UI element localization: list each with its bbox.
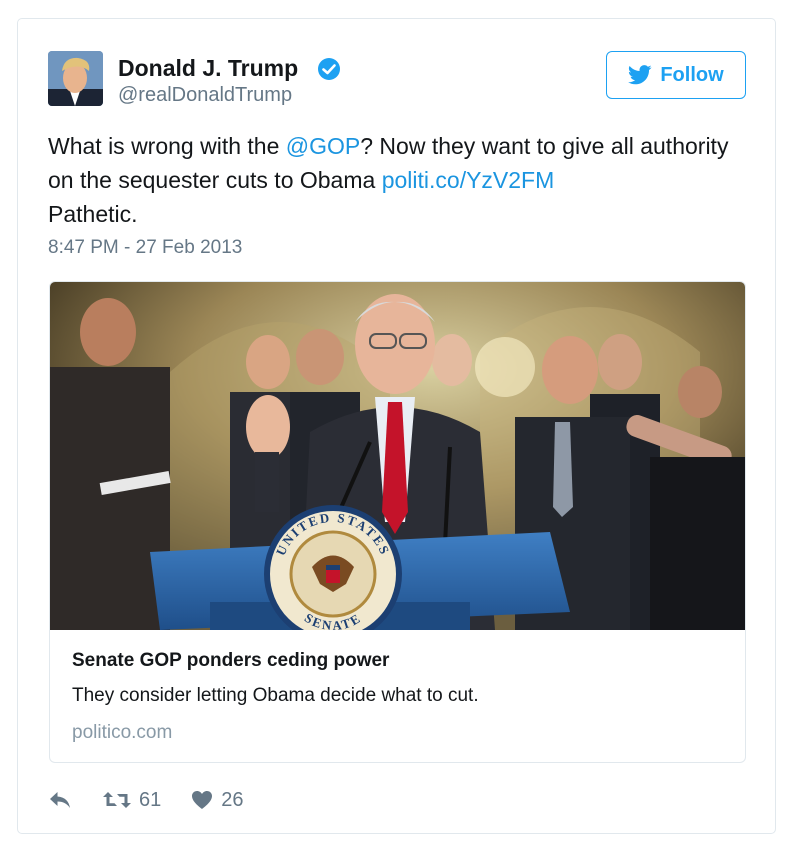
like-button[interactable]: 26 [191, 788, 244, 812]
follow-label: Follow [660, 63, 724, 86]
tweet-text-part1: What is wrong with the [48, 133, 286, 159]
user-handle[interactable]: @realDonaldTrump [118, 84, 292, 107]
like-count: 26 [221, 788, 244, 811]
timestamp[interactable]: 8:47 PM - 27 Feb 2013 [48, 237, 242, 259]
card-domain: politico.com [72, 722, 173, 743]
twitter-bird-icon [628, 65, 652, 85]
mention-link[interactable]: @GOP [286, 133, 360, 159]
retweet-count: 61 [139, 788, 162, 811]
follow-button[interactable]: Follow [606, 51, 746, 99]
user-name[interactable]: Donald J. Trump [118, 55, 298, 82]
verified-badge-icon [318, 58, 340, 80]
retweet-icon [103, 792, 131, 808]
avatar[interactable] [48, 51, 103, 106]
heart-icon [192, 791, 213, 809]
card-description: They consider letting Obama decide what … [72, 685, 479, 706]
reply-icon [50, 792, 70, 808]
tweet-text: What is wrong with the @GOP? Now they wa… [48, 129, 748, 231]
tweet-text-part3: Pathetic. [48, 201, 138, 227]
tweet-card: Donald J. Trump @realDonaldTrump Follow … [17, 18, 776, 834]
card-headline: Senate GOP ponders ceding power [72, 650, 390, 671]
link-card[interactable]: UNITED STATES SENATE Senate GOP ponders … [49, 281, 746, 763]
tweet-actions: 61 26 [48, 787, 244, 813]
reply-button[interactable] [48, 790, 72, 810]
retweet-button[interactable]: 61 [103, 789, 161, 812]
url-link[interactable]: politi.co/YzV2FM [382, 167, 555, 193]
article-photo: UNITED STATES SENATE [50, 282, 745, 630]
